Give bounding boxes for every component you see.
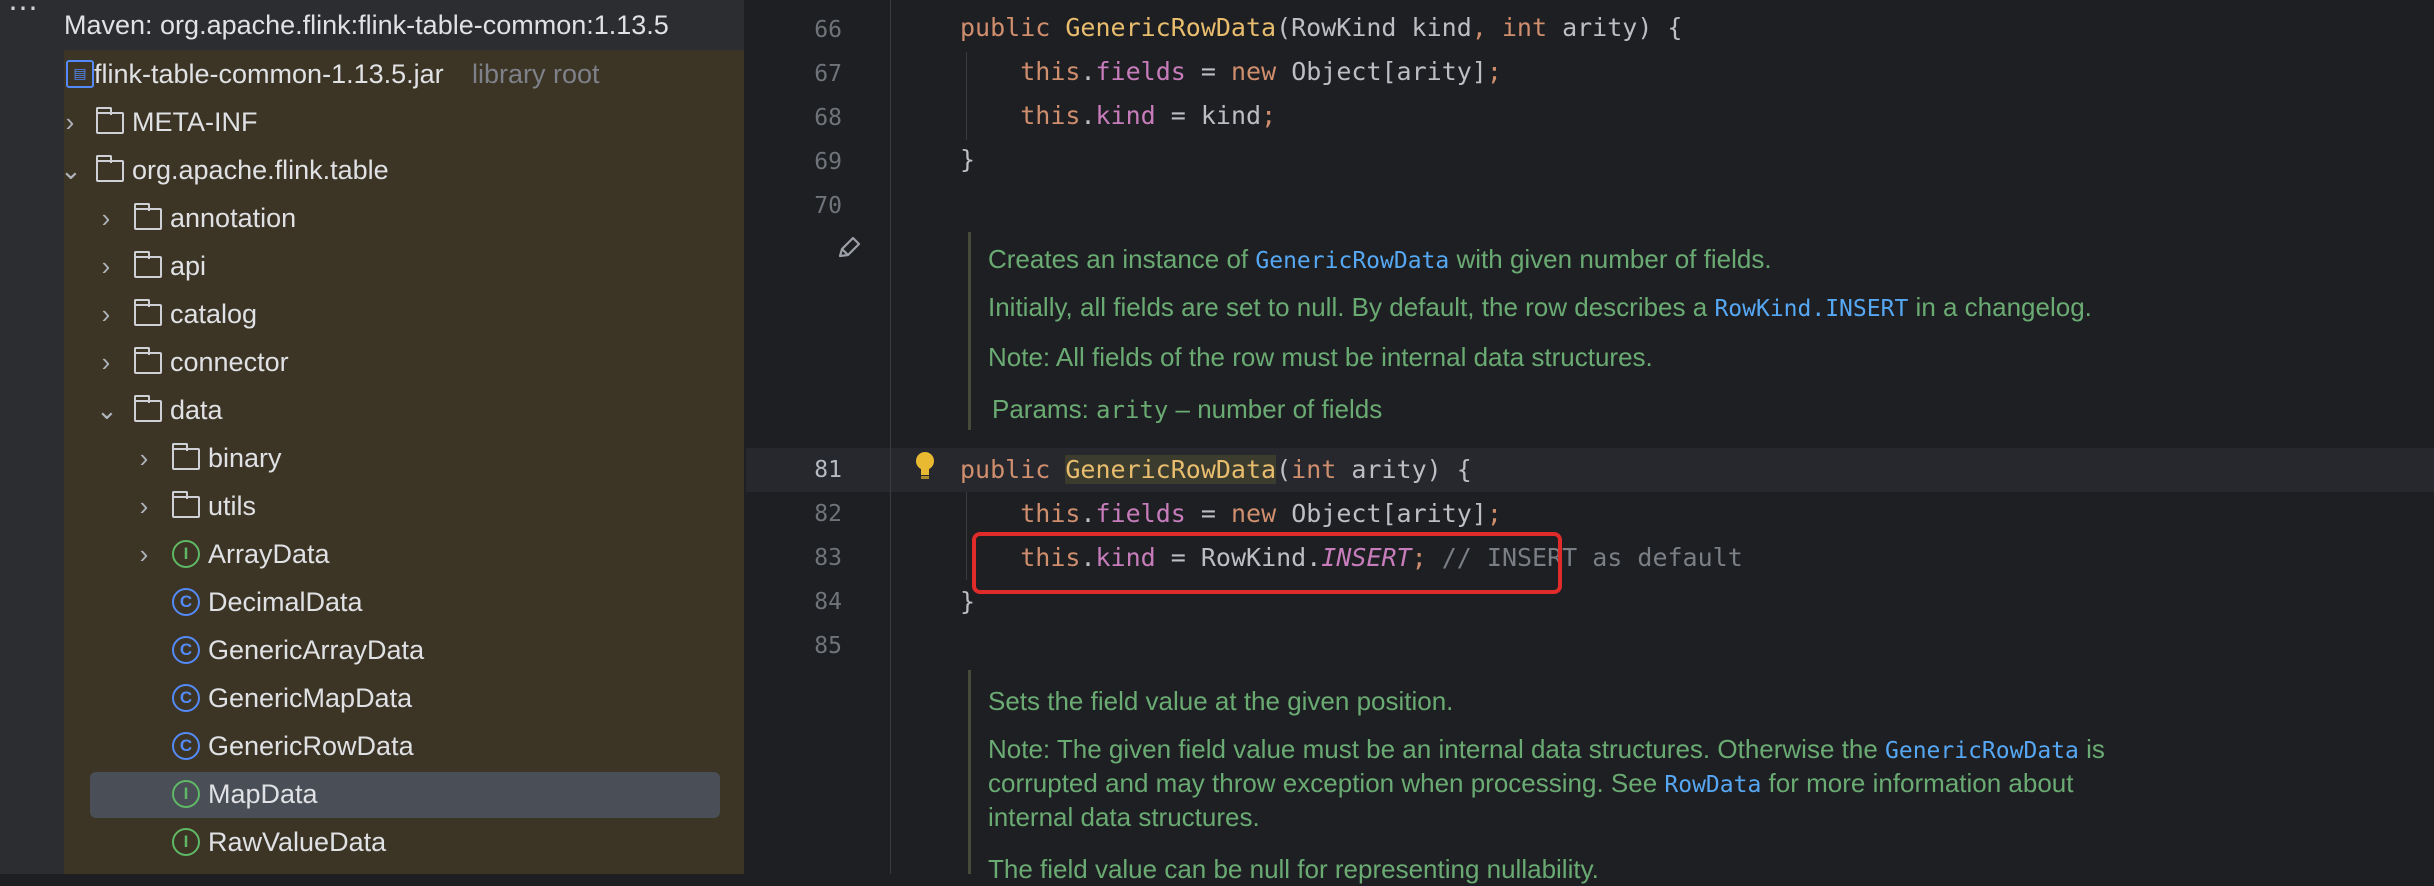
interface-icon: I <box>172 780 200 808</box>
doc-comment-bar <box>968 232 971 430</box>
doc-line-3: Note: All fields of the row must be inte… <box>988 342 1653 372</box>
folder-icon <box>134 347 162 374</box>
tree-item-rawvaluedata[interactable]: I RawValueData <box>64 818 744 866</box>
class-icon: C <box>172 636 200 664</box>
tree-item-genericarraydata[interactable]: C GenericArrayData <box>64 626 744 674</box>
tool-window-strip: ⋯ <box>0 0 64 874</box>
maven-library-label: Maven: org.apache.flink:flink-table-comm… <box>64 10 669 40</box>
tree-item-catalog[interactable]: › catalog <box>64 290 744 338</box>
chevron-down-icon[interactable]: ⌄ <box>96 386 118 434</box>
tree-item-api[interactable]: › api <box>64 242 744 290</box>
doc-link[interactable]: GenericRowData <box>1255 248 1449 274</box>
line-number: 66 <box>814 17 842 43</box>
tree-item-org-apache-flink-table[interactable]: ⌄ org.apache.flink.table <box>64 146 744 194</box>
line-number: 84 <box>814 589 842 615</box>
interface-icon: I <box>172 540 200 568</box>
code-line-68[interactable]: this.kind = kind; <box>960 94 1276 138</box>
class-icon: C <box>172 588 200 616</box>
chevron-right-icon[interactable]: › <box>64 98 80 146</box>
tree-item-decimaldata[interactable]: C DecimalData <box>64 578 744 626</box>
doc-link[interactable]: GenericRowData <box>1885 738 2079 764</box>
folder-icon <box>172 443 200 470</box>
project-tree: ▤ flink-table-common-1.13.5.jar library … <box>64 50 744 874</box>
line-number: 81 <box>814 457 842 483</box>
code-line-82[interactable]: this.fields = new Object[arity]; <box>960 492 1502 536</box>
tree-item-binary[interactable]: › binary <box>64 434 744 482</box>
code-line-66[interactable]: public GenericRowData(RowKind kind, int … <box>960 6 1682 50</box>
tree-item-meta-inf[interactable]: › META-INF <box>64 98 744 146</box>
code-line-67[interactable]: this.fields = new Object[arity]; <box>960 50 1502 94</box>
line-number: 67 <box>814 61 842 87</box>
tree-item-arraydata[interactable]: › I ArrayData <box>64 530 744 578</box>
folder-icon <box>134 203 162 230</box>
doc-params: Params: arity – number of fields <box>992 394 1383 424</box>
line-number: 69 <box>814 149 842 175</box>
tree-item-jar[interactable]: ▤ flink-table-common-1.13.5.jar library … <box>64 50 744 98</box>
tree-item-mapdata[interactable]: I MapData <box>64 770 744 818</box>
tree-item-genericrowdata[interactable]: C GenericRowData <box>64 722 744 770</box>
line-number: 83 <box>814 545 842 571</box>
doc-line-9: The field value can be null for represen… <box>988 854 1599 884</box>
doc-line-1: Creates an instance of GenericRowData wi… <box>988 244 1772 274</box>
doc-line-6: Note: The given field value must be an i… <box>988 734 2105 764</box>
chevron-right-icon[interactable]: › <box>96 242 116 290</box>
line-number: 70 <box>814 193 842 219</box>
doc-line-2: Initially, all fields are set to null. B… <box>988 292 2092 322</box>
doc-comment-bar <box>968 670 971 874</box>
folder-icon <box>96 155 124 182</box>
edit-doc-icon[interactable] <box>834 233 864 263</box>
project-header: Maven: org.apache.flink:flink-table-comm… <box>64 0 744 50</box>
chevron-right-icon[interactable]: › <box>96 194 116 242</box>
class-icon: C <box>172 732 200 760</box>
chevron-down-icon[interactable]: ⌄ <box>64 146 82 194</box>
lightbulb-icon[interactable] <box>912 449 938 483</box>
chevron-right-icon[interactable]: › <box>134 434 154 482</box>
folder-icon <box>134 251 162 278</box>
folder-icon <box>134 395 162 422</box>
chevron-right-icon[interactable]: › <box>134 530 154 578</box>
doc-line-7: corrupted and may throw exception when p… <box>988 768 2074 798</box>
project-panel: Maven: org.apache.flink:flink-table-comm… <box>64 0 744 874</box>
code-line-81[interactable]: public GenericRowData(int arity) { <box>960 448 1472 492</box>
jar-icon: ▤ <box>66 60 94 88</box>
code-line-69[interactable]: } <box>960 138 975 182</box>
class-icon: C <box>172 684 200 712</box>
tree-item-utils[interactable]: › utils <box>64 482 744 530</box>
line-number: 85 <box>814 633 842 659</box>
doc-link[interactable]: RowData <box>1664 772 1761 798</box>
chevron-right-icon[interactable]: › <box>96 338 116 386</box>
folder-icon <box>172 491 200 518</box>
doc-link[interactable]: RowKind.INSERT <box>1714 296 1908 322</box>
folder-icon <box>134 299 162 326</box>
doc-line-5: Sets the field value at the given positi… <box>988 686 1454 716</box>
line-number: 82 <box>814 501 842 527</box>
line-number: 68 <box>814 105 842 131</box>
tree-item-connector[interactable]: › connector <box>64 338 744 386</box>
chevron-right-icon[interactable]: › <box>134 482 154 530</box>
tree-item-data[interactable]: ⌄ data <box>64 386 744 434</box>
doc-line-8: internal data structures. <box>988 802 1260 832</box>
folder-icon <box>96 107 124 134</box>
gutter-separator <box>890 0 891 874</box>
tree-item-genericmapdata[interactable]: C GenericMapData <box>64 674 744 722</box>
more-options-icon[interactable]: ⋯ <box>8 0 39 24</box>
interface-icon: I <box>172 828 200 856</box>
chevron-right-icon[interactable]: › <box>96 290 116 338</box>
highlight-box <box>972 532 1562 594</box>
tree-item-annotation[interactable]: › annotation <box>64 194 744 242</box>
